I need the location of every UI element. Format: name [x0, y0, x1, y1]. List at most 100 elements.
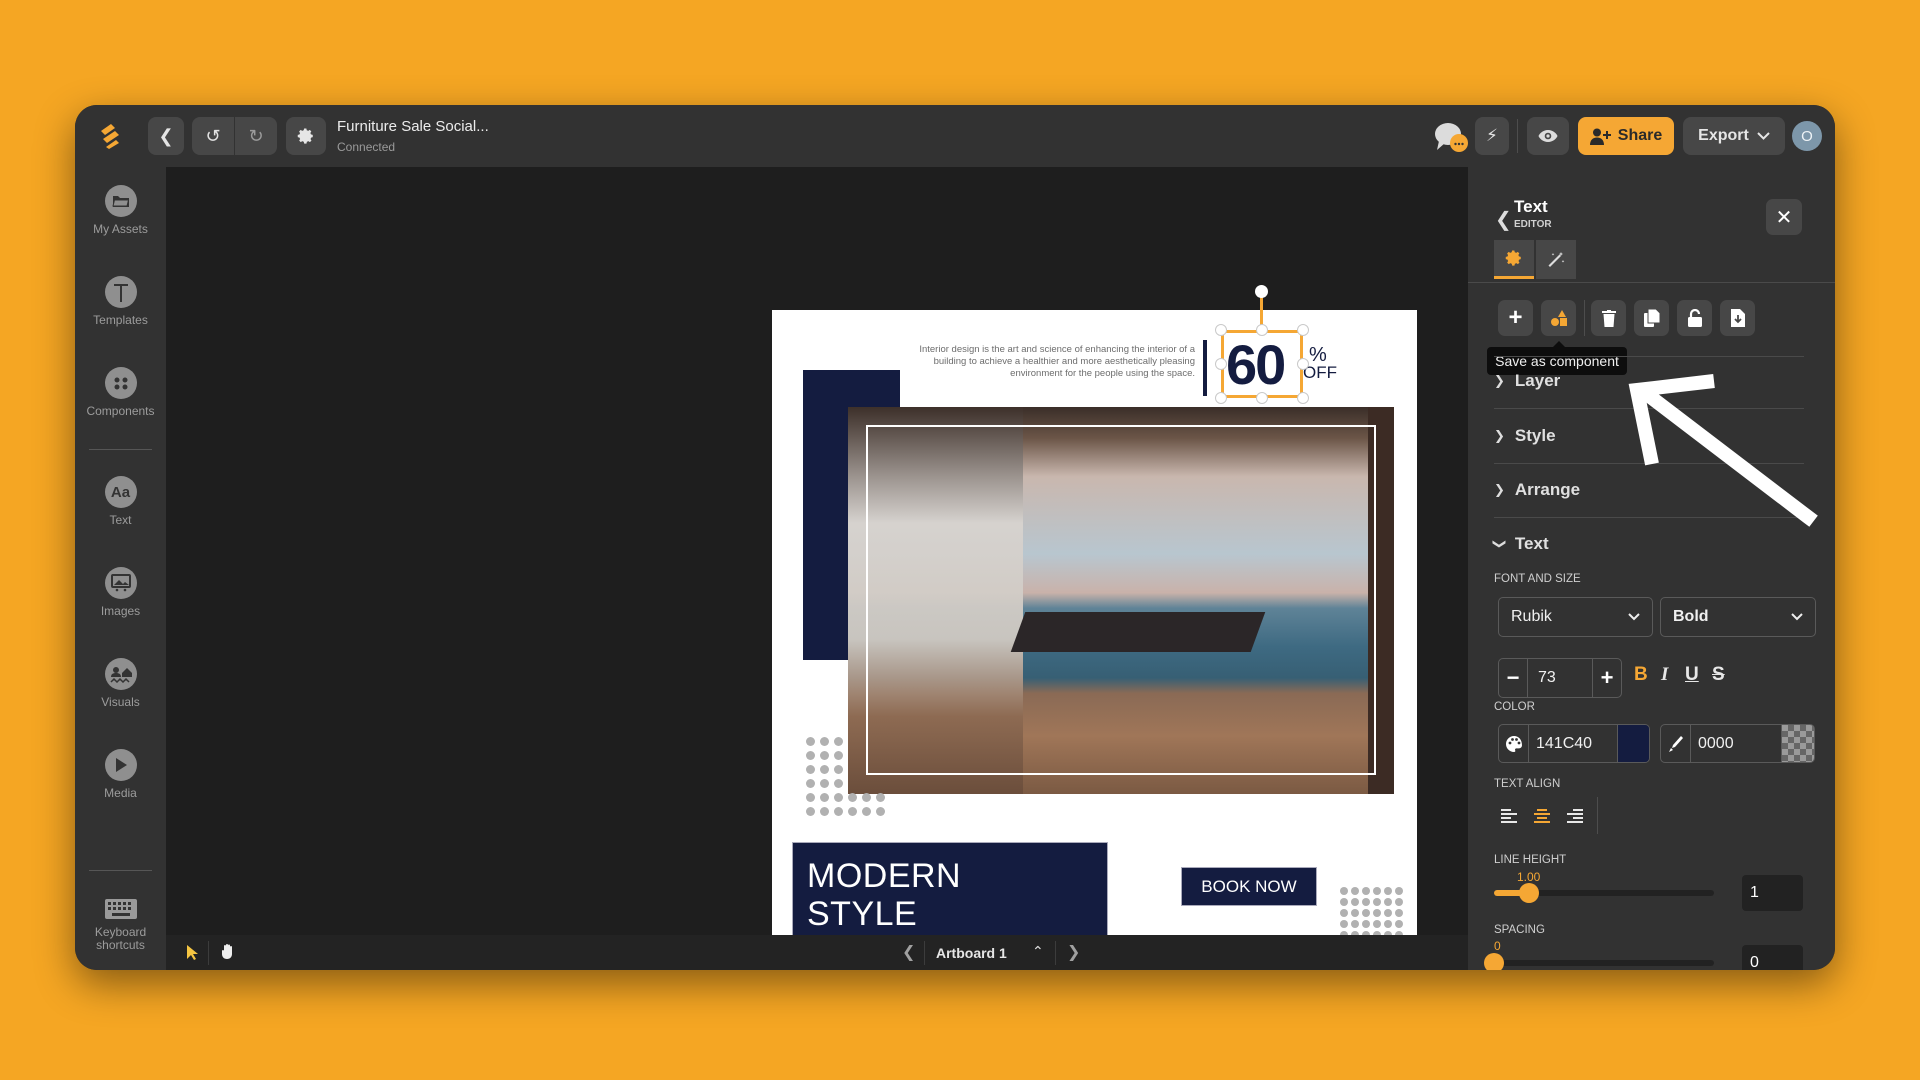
document-settings-button[interactable]: [286, 117, 326, 155]
resize-handle-bottom-left[interactable]: [1215, 392, 1227, 404]
resize-handle-top-left[interactable]: [1215, 324, 1227, 336]
rotate-handle[interactable]: [1255, 285, 1268, 298]
pointer-tool-icon[interactable]: [186, 944, 198, 961]
spacing-slider[interactable]: [1484, 953, 1714, 970]
line-height-label: LINE HEIGHT: [1494, 854, 1567, 866]
section-layer[interactable]: ❯ Layer: [1494, 371, 1560, 391]
increase-font-size-button[interactable]: +: [1593, 659, 1621, 697]
sidebar-item-text[interactable]: Aa Text: [75, 476, 166, 527]
fill-color-field[interactable]: 141C40: [1498, 724, 1650, 763]
italic-toggle[interactable]: I: [1661, 664, 1668, 686]
artboard[interactable]: Interior design is the art and science o…: [772, 285, 1417, 955]
resize-handle-bottom[interactable]: [1256, 392, 1268, 404]
line-height-slider-handle[interactable]: [1519, 883, 1539, 903]
sidebar-item-media[interactable]: Media: [75, 749, 166, 800]
underline-toggle[interactable]: U: [1685, 664, 1699, 686]
resize-handle-top[interactable]: [1256, 324, 1268, 336]
add-element-button[interactable]: +: [1498, 300, 1533, 336]
panel-back-button[interactable]: ❮: [1495, 207, 1512, 232]
close-panel-button[interactable]: ✕: [1766, 199, 1802, 235]
discount-percent-text[interactable]: %: [1309, 345, 1327, 365]
photo-inner-frame[interactable]: [866, 425, 1376, 775]
spacing-input[interactable]: 0: [1742, 945, 1803, 970]
hand-tool-icon[interactable]: [221, 943, 236, 960]
preview-button[interactable]: [1527, 117, 1569, 155]
bold-toggle[interactable]: B: [1634, 664, 1648, 686]
sidebar-item-templates[interactable]: Templates: [75, 276, 166, 327]
share-button[interactable]: Share: [1578, 117, 1674, 155]
line-height-input[interactable]: 1: [1742, 875, 1803, 911]
fill-color-swatch[interactable]: [1617, 725, 1649, 762]
pattern-dot: [1362, 909, 1370, 917]
pattern-dot: [834, 737, 843, 746]
pattern-dot: [1351, 887, 1359, 895]
comments-icon[interactable]: [1433, 121, 1469, 153]
strikethrough-toggle[interactable]: S: [1712, 664, 1725, 686]
resize-handle-left[interactable]: [1215, 358, 1227, 370]
export-button[interactable]: Export: [1683, 117, 1785, 155]
resize-handle-top-right[interactable]: [1297, 324, 1309, 336]
align-left-icon[interactable]: [1499, 808, 1519, 826]
pattern-dot: [834, 751, 843, 760]
section-text[interactable]: ❯ Text: [1492, 534, 1548, 554]
headline-text[interactable]: MODERN STYLE: [807, 857, 961, 933]
quick-actions-button[interactable]: ⚡︎: [1475, 117, 1509, 155]
download-element-button[interactable]: [1720, 300, 1755, 336]
redo-icon: ↻: [248, 125, 264, 146]
font-size-stepper[interactable]: − 73 +: [1498, 658, 1622, 698]
redo-button[interactable]: ↻: [235, 117, 277, 155]
description-divider-bar: [1203, 340, 1207, 396]
stroke-color-field[interactable]: 0000: [1660, 724, 1815, 763]
previous-artboard-button[interactable]: ❮: [902, 942, 915, 962]
resize-handle-bottom-right[interactable]: [1297, 392, 1309, 404]
tab-settings[interactable]: [1494, 240, 1534, 279]
canvas-area[interactable]: Interior design is the art and science o…: [166, 167, 1468, 970]
spacing-slider-handle[interactable]: [1484, 953, 1504, 970]
tab-effects[interactable]: [1536, 240, 1576, 279]
eyedropper-icon[interactable]: [1661, 725, 1691, 762]
palette-icon[interactable]: [1499, 725, 1529, 762]
next-artboard-button[interactable]: ❯: [1067, 942, 1080, 962]
decrease-font-size-button[interactable]: −: [1499, 659, 1527, 697]
pattern-dot: [1384, 909, 1392, 917]
pattern-dot: [1362, 887, 1370, 895]
fill-color-hex-input[interactable]: 141C40: [1529, 725, 1617, 762]
description-text[interactable]: Interior design is the art and science o…: [892, 344, 1195, 380]
templates-icon: [104, 276, 137, 308]
sidebar-item-components[interactable]: Components: [75, 367, 166, 418]
sidebar-item-images[interactable]: Images: [75, 567, 166, 618]
magic-wand-icon: [1548, 251, 1565, 267]
back-button[interactable]: ❮: [148, 117, 184, 155]
resize-handle-right[interactable]: [1297, 358, 1309, 370]
artboard-list-toggle[interactable]: ⌃: [1032, 943, 1044, 960]
transparent-color-swatch[interactable]: [1781, 725, 1814, 762]
align-right-icon[interactable]: [1565, 808, 1585, 826]
headline-box[interactable]: MODERN STYLE: [792, 842, 1108, 938]
dot-pattern-left[interactable]: [806, 737, 885, 816]
align-center-icon[interactable]: [1532, 808, 1552, 826]
stroke-color-value-input[interactable]: 0000: [1691, 725, 1781, 762]
font-family-select[interactable]: Rubik: [1498, 597, 1653, 637]
app-logo-icon[interactable]: [97, 122, 123, 150]
close-icon: ✕: [1775, 206, 1793, 229]
section-arrange[interactable]: ❯ Arrange: [1494, 480, 1580, 500]
duplicate-button[interactable]: [1634, 300, 1669, 336]
undo-button[interactable]: ↺: [192, 117, 234, 155]
line-height-slider[interactable]: [1494, 883, 1714, 903]
user-avatar[interactable]: O: [1792, 121, 1822, 151]
book-now-button[interactable]: BOOK NOW: [1181, 867, 1317, 906]
chevron-left-icon: ❮: [158, 125, 174, 146]
sidebar-label: Templates: [93, 313, 148, 327]
artboard-name[interactable]: Artboard 1: [936, 945, 1007, 961]
lock-button[interactable]: [1677, 300, 1712, 336]
font-size-input[interactable]: 73: [1527, 659, 1593, 697]
sidebar-item-my-assets[interactable]: My Assets: [75, 185, 166, 236]
font-weight-select[interactable]: Bold: [1660, 597, 1816, 637]
document-title[interactable]: Furniture Sale Social...: [337, 118, 489, 135]
section-style[interactable]: ❯ Style: [1494, 426, 1556, 446]
delete-button[interactable]: [1591, 300, 1626, 336]
gear-icon: [1505, 250, 1521, 266]
sidebar-item-keyboard-shortcuts[interactable]: Keyboard shortcuts: [75, 897, 166, 952]
save-as-component-button[interactable]: [1541, 300, 1576, 336]
sidebar-item-visuals[interactable]: Visuals: [75, 658, 166, 709]
